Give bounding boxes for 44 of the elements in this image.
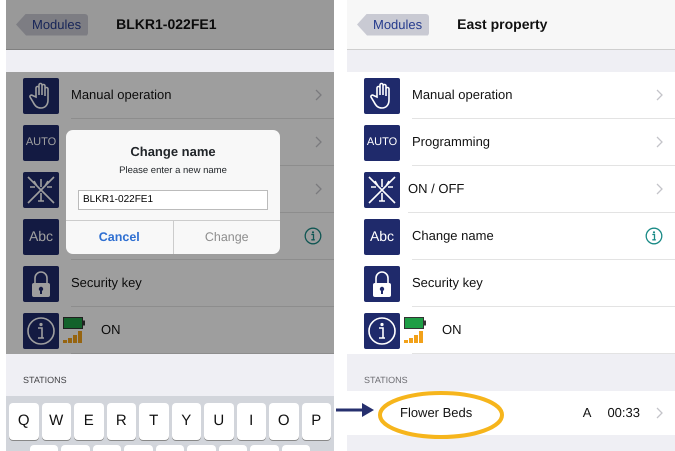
station-duration: 00:33 xyxy=(607,404,640,422)
auto-icon: AUTO xyxy=(364,124,400,160)
chevron-icon xyxy=(656,407,663,419)
dialog-title: Change name xyxy=(129,144,217,160)
menu-item-label[interactable]: ON xyxy=(442,320,462,340)
back-button[interactable]: Modules xyxy=(357,14,430,36)
menu-item-label[interactable]: Programming xyxy=(412,132,490,152)
keyboard-key[interactable]: U xyxy=(204,403,234,440)
keyboard-key[interactable]: W xyxy=(42,403,71,440)
menu-item-label[interactable]: Manual operation xyxy=(71,85,172,105)
auto-icon: AUTO xyxy=(23,124,59,160)
keyboard-key[interactable]: I xyxy=(236,403,266,440)
screen-title: BLKR1-022FE1 xyxy=(116,15,217,34)
menu-item-label[interactable]: Manual operation xyxy=(412,85,512,105)
menu-item-label[interactable]: Change name xyxy=(412,226,494,246)
name-input-field[interactable]: BLKR1-022FE1 xyxy=(78,190,268,210)
lock-icon xyxy=(371,270,393,298)
signal-icon xyxy=(404,331,426,343)
dialog-button[interactable]: Cancel xyxy=(66,220,172,254)
section-header: STATIONS xyxy=(364,374,408,386)
menu-item-label[interactable]: Security key xyxy=(71,273,142,293)
keyboard-key[interactable]: E xyxy=(74,403,104,440)
battery-icon xyxy=(404,317,426,329)
abc-icon: Abc xyxy=(23,218,59,254)
menu-item-label[interactable]: ON / OFF xyxy=(408,179,464,199)
station-program: A xyxy=(582,404,592,422)
signal-icon xyxy=(63,331,85,343)
lock-icon xyxy=(30,270,52,298)
screen-title: East property xyxy=(457,15,548,34)
battery-icon xyxy=(63,317,85,329)
back-button[interactable]: Modules xyxy=(16,14,88,36)
keyboard-key[interactable]: Q xyxy=(9,403,38,440)
keyboard-key[interactable]: R xyxy=(106,403,136,440)
dialog-message: Please enter a new name xyxy=(118,164,228,178)
menu-item-label[interactable]: ON xyxy=(101,320,120,340)
section-header: STATIONS xyxy=(23,374,67,386)
keyboard-key[interactable]: Y xyxy=(172,403,201,440)
abc-icon: Abc xyxy=(364,218,400,254)
info-icon[interactable] xyxy=(304,227,322,245)
keyboard-key[interactable]: T xyxy=(139,403,168,440)
menu-item-label[interactable]: Security key xyxy=(412,273,483,293)
keyboard-key[interactable]: P xyxy=(302,403,331,440)
keyboard-key[interactable]: O xyxy=(269,403,298,440)
info-icon[interactable] xyxy=(645,227,663,245)
